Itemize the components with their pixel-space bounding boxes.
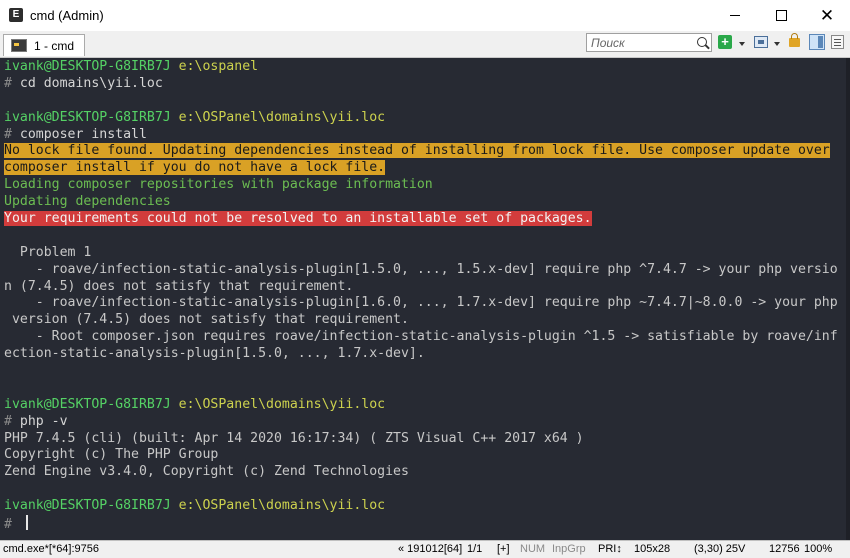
- terminal-text-prompt: ivank@DESKTOP-G8IRB7J: [4, 59, 171, 74]
- terminal-text-path: e:\ospanel: [170, 59, 259, 74]
- console-icon: [11, 39, 27, 52]
- maximize-icon: [775, 10, 787, 21]
- terminal-text-path: e:\OSPanel\domains\yii.loc: [170, 396, 386, 412]
- console-view-icon[interactable]: [754, 36, 768, 48]
- terminal-text-out: - Root composer.json requires roave/infe…: [4, 329, 838, 345]
- status-cursor-pos[interactable]: (3,30) 25V: [694, 543, 745, 555]
- terminal-text-path: e:\OSPanel\domains\yii.loc: [170, 109, 386, 125]
- terminal-line: - roave/infection-static-analysis-plugin…: [4, 262, 850, 279]
- terminal-line: Copyright (c) The PHP Group: [4, 447, 850, 464]
- panels-icon[interactable]: [809, 34, 825, 50]
- text-cursor: [25, 515, 28, 531]
- search-input[interactable]: [591, 35, 691, 50]
- terminal-line: n (7.4.5) does not satisfy that requirem…: [4, 279, 850, 296]
- status-zoom[interactable]: 100%: [804, 543, 832, 555]
- terminal-text-warn: No lock file found. Updating dependencie…: [4, 143, 830, 159]
- new-console-dropdown-icon[interactable]: [739, 42, 745, 46]
- status-bar: cmd.exe*[*64]:9756 « 191012[64] 1/1 [+] …: [0, 540, 850, 558]
- terminal-text-cmd: composer install: [19, 126, 147, 142]
- terminal-text-out: Problem 1: [4, 244, 92, 260]
- title-bar: E cmd (Admin) ✕: [0, 0, 850, 32]
- terminal-text-hash: #: [4, 126, 20, 142]
- terminal-area[interactable]: ivank@DESKTOP-G8IRB7J e:\ospanel # cd dom…: [0, 58, 850, 540]
- search-icon[interactable]: [697, 37, 707, 47]
- close-button[interactable]: ✕: [804, 0, 850, 31]
- view-dropdown-icon[interactable]: [774, 42, 780, 46]
- terminal-line: ivank@DESKTOP-G8IRB7J e:\OSPanel\domains…: [4, 397, 850, 414]
- terminal-text-out: version (7.4.5) does not satisfy that re…: [4, 312, 409, 328]
- terminal-line: - roave/infection-static-analysis-plugin…: [4, 295, 850, 312]
- terminal-line: composer install if you do not have a lo…: [4, 160, 850, 177]
- terminal-text-out: - roave/infection-static-analysis-plugin…: [4, 295, 838, 311]
- conemu-app-icon[interactable]: E: [9, 8, 23, 22]
- terminal-text-prompt: ivank@DESKTOP-G8IRB7J: [4, 498, 171, 514]
- terminal-line: version (7.4.5) does not satisfy that re…: [4, 312, 850, 329]
- terminal-text-out: Zend Engine v3.4.0, Copyright (c) Zend T…: [4, 464, 409, 480]
- status-console-index[interactable]: 1/1: [467, 543, 482, 555]
- terminal-line: Problem 1: [4, 245, 850, 262]
- status-num[interactable]: NUM: [520, 543, 545, 555]
- terminal-line: ivank@DESKTOP-G8IRB7J e:\ospanel: [4, 59, 850, 76]
- status-process[interactable]: cmd.exe*[*64]:9756: [3, 543, 99, 555]
- terminal-text-path: e:\OSPanel\domains\yii.loc: [170, 498, 386, 514]
- terminal-text-out: n (7.4.5) does not satisfy that requirem…: [4, 278, 354, 294]
- new-console-button[interactable]: +: [718, 35, 732, 49]
- search-box[interactable]: [586, 33, 712, 52]
- terminal-line: ivank@DESKTOP-G8IRB7J e:\OSPanel\domains…: [4, 110, 850, 127]
- status-priority[interactable]: PRI↕: [598, 543, 622, 555]
- terminal-text-prompt: ivank@DESKTOP-G8IRB7J: [4, 109, 171, 125]
- tab-label: 1 - cmd: [34, 39, 75, 53]
- status-inpgrp[interactable]: InpGrp: [552, 543, 586, 555]
- terminal-text-out: ection-static-analysis-plugin[1.5.0, ...…: [4, 346, 425, 362]
- terminal-line: Updating dependencies: [4, 194, 850, 211]
- terminal-line: ection-static-analysis-plugin[1.5.0, ...…: [4, 346, 850, 363]
- terminal-text-info: Loading composer repositories with packa…: [4, 177, 433, 193]
- terminal-line: Your requirements could not be resolved …: [4, 211, 850, 228]
- terminal-text-hash: #: [4, 413, 20, 429]
- terminal-line: # cd domains\yii.loc: [4, 76, 850, 93]
- terminal-text-cmd: cd domains\yii.loc: [19, 75, 163, 91]
- terminal-line: # php -v: [4, 414, 850, 431]
- terminal-text-error: Your requirements could not be resolved …: [4, 211, 592, 227]
- terminal-line: - Root composer.json requires roave/infe…: [4, 329, 850, 346]
- minimize-icon: [730, 15, 740, 16]
- terminal-line: # composer install: [4, 127, 850, 144]
- terminal-line: #: [4, 515, 850, 532]
- terminal-line: Loading composer repositories with packa…: [4, 177, 850, 194]
- window-title: cmd (Admin): [30, 8, 104, 23]
- menu-icon[interactable]: [831, 35, 844, 49]
- terminal-text-prompt: ivank@DESKTOP-G8IRB7J: [4, 396, 171, 412]
- terminal-text-hash: #: [4, 75, 20, 91]
- terminal-text-out: - roave/infection-static-analysis-plugin…: [4, 261, 838, 277]
- status-plus[interactable]: [+]: [497, 543, 510, 555]
- terminal-text-hash: #: [4, 517, 20, 533]
- terminal-line: No lock file found. Updating dependencie…: [4, 143, 850, 160]
- lock-icon[interactable]: [789, 33, 800, 47]
- tab-console-1[interactable]: 1 - cmd: [3, 34, 85, 56]
- minimize-button[interactable]: [712, 0, 758, 31]
- terminal-text-out: PHP 7.4.5 (cli) (built: Apr 14 2020 16:1…: [4, 430, 584, 446]
- terminal-line: ivank@DESKTOP-G8IRB7J e:\OSPanel\domains…: [4, 498, 850, 515]
- terminal-text-info: Updating dependencies: [4, 194, 171, 210]
- maximize-button[interactable]: [758, 0, 804, 31]
- status-build[interactable]: « 191012[64]: [398, 543, 462, 555]
- terminal-text-out: Copyright (c) The PHP Group: [4, 447, 219, 463]
- status-size[interactable]: 105x28: [634, 543, 670, 555]
- status-pid[interactable]: 12756: [769, 543, 800, 555]
- terminal-text-cmd: php -v: [19, 413, 68, 429]
- terminal-output: ivank@DESKTOP-G8IRB7J e:\ospanel # cd dom…: [4, 59, 850, 532]
- terminal-line: PHP 7.4.5 (cli) (built: Apr 14 2020 16:1…: [4, 431, 850, 448]
- close-icon: ✕: [819, 6, 835, 25]
- scrollbar[interactable]: [846, 58, 850, 540]
- terminal-line: Zend Engine v3.4.0, Copyright (c) Zend T…: [4, 464, 850, 481]
- terminal-text-warn: composer install if you do not have a lo…: [4, 160, 386, 176]
